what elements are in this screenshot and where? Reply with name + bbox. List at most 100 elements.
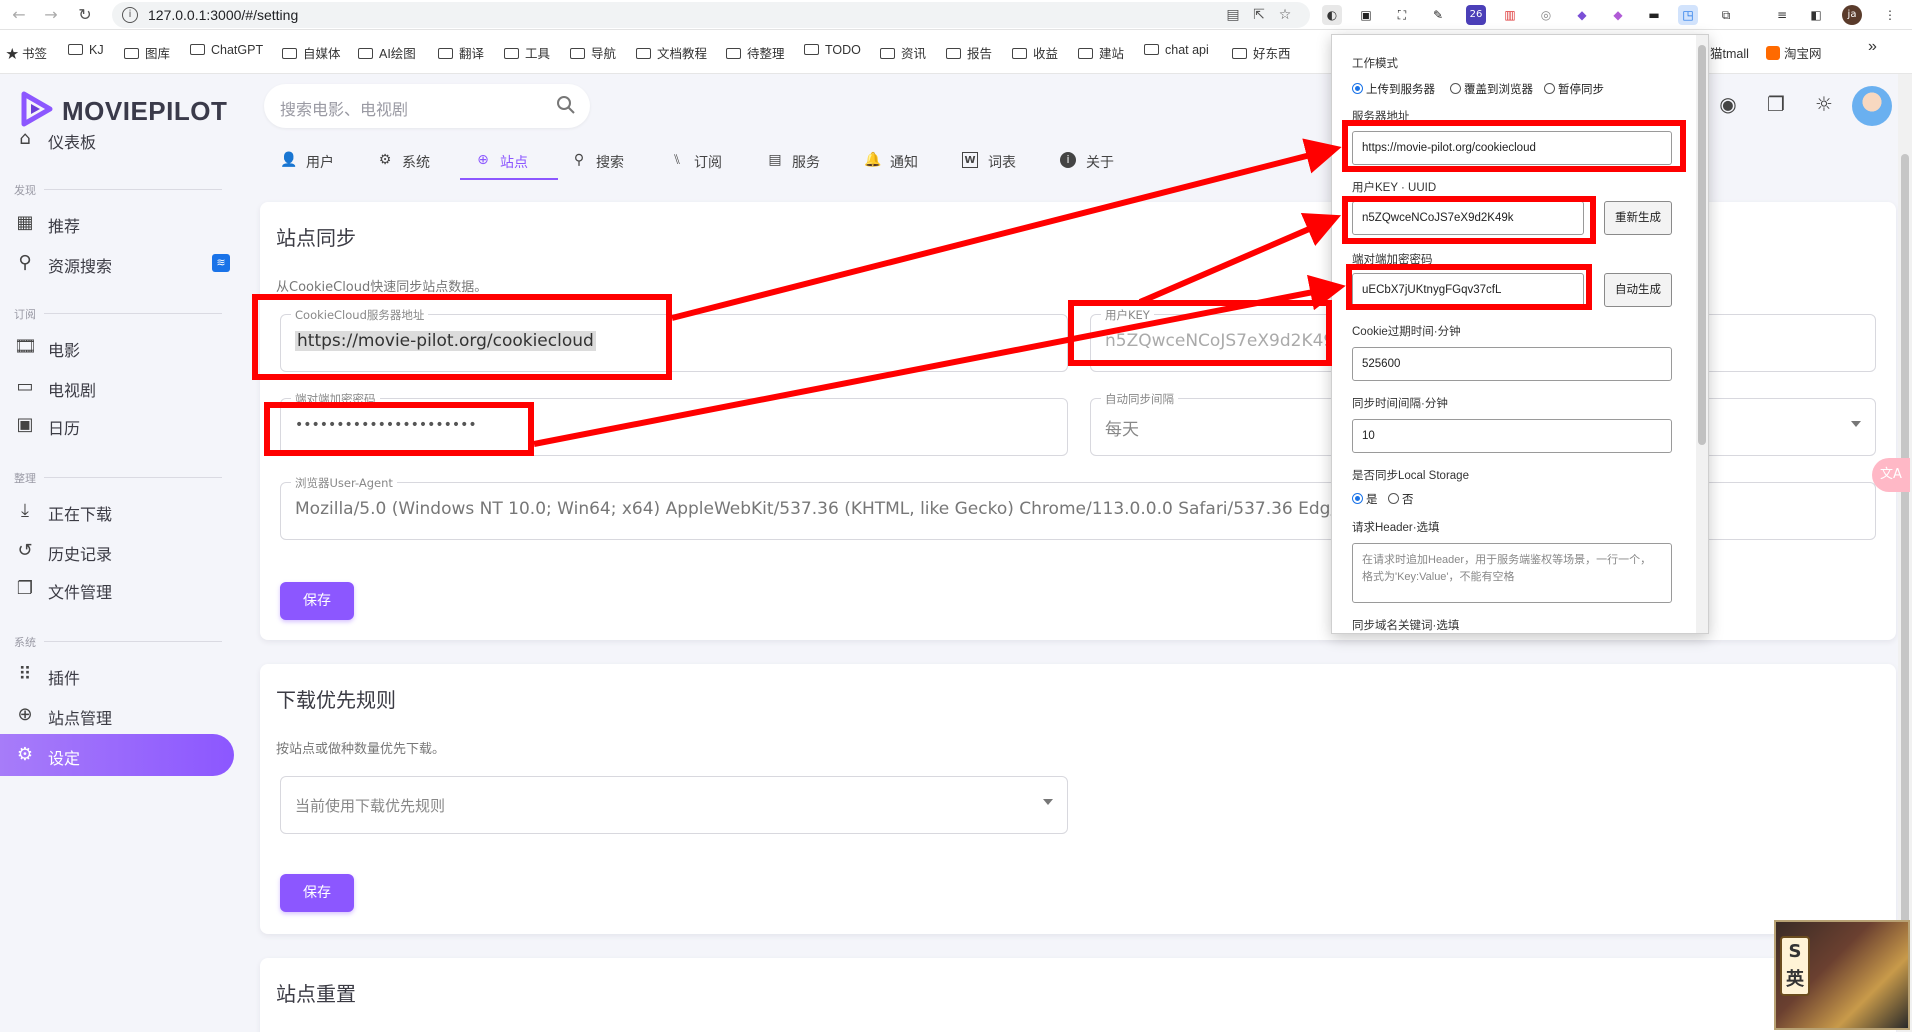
bookmark-folder[interactable]: TODO bbox=[804, 43, 861, 57]
menu-kebab-icon[interactable]: ⋮ bbox=[1880, 5, 1900, 25]
profile-avatar[interactable]: ja bbox=[1842, 5, 1862, 25]
install-app-icon[interactable]: ⇱ bbox=[1250, 6, 1268, 24]
tab-user[interactable]: 👤 用户 bbox=[280, 144, 350, 180]
github-icon[interactable]: ◉ bbox=[1716, 92, 1740, 116]
tab-sites[interactable]: ⊕ 站点 bbox=[460, 144, 558, 180]
folder-icon bbox=[570, 48, 585, 59]
popup-scrollbar[interactable] bbox=[1696, 35, 1708, 633]
bookmark-folder[interactable]: 收益 bbox=[1012, 43, 1058, 62]
compass-icon[interactable]: ◎ bbox=[1536, 5, 1556, 25]
bookmark-item[interactable]: 淘宝网 bbox=[1766, 43, 1822, 62]
bookmark-folder[interactable]: chat api bbox=[1144, 43, 1209, 57]
extension-badge-icon[interactable]: 26 bbox=[1466, 5, 1486, 25]
list-icon: ▤ bbox=[768, 152, 782, 168]
bookmark-star-icon[interactable]: ☆ bbox=[1276, 6, 1294, 24]
eyedropper-icon[interactable]: ✎ bbox=[1428, 5, 1448, 25]
back-icon[interactable]: ← bbox=[8, 4, 30, 26]
bookmark-folder[interactable]: AI绘图 bbox=[358, 43, 416, 62]
scrollbar-thumb[interactable] bbox=[1901, 154, 1909, 944]
save-button[interactable]: 保存 bbox=[280, 874, 354, 912]
download-rule-select[interactable]: 当前使用下载优先规则 bbox=[280, 776, 1068, 834]
local-storage-no-radio[interactable]: 否 bbox=[1388, 491, 1414, 507]
folder-icon bbox=[124, 48, 139, 59]
page-scrollbar[interactable] bbox=[1898, 74, 1912, 1032]
bookmark-folder[interactable]: 导航 bbox=[570, 43, 616, 62]
sidebar-item-site-management[interactable]: ⊕ 站点管理 bbox=[0, 694, 234, 736]
bookmark-folder[interactable]: 自媒体 bbox=[282, 43, 341, 62]
extension-icon[interactable]: ◆ bbox=[1608, 5, 1628, 25]
extension-icon[interactable]: ▥ bbox=[1500, 5, 1520, 25]
reading-list-icon[interactable]: ≡ bbox=[1772, 5, 1792, 25]
theme-sun-icon[interactable]: ☼ bbox=[1812, 92, 1836, 116]
bookmark-folder[interactable]: 待整理 bbox=[726, 43, 785, 62]
info-icon: i bbox=[1060, 152, 1076, 168]
bookmark-folder[interactable]: 文档教程 bbox=[636, 43, 707, 62]
sidebar-item-resource-search[interactable]: ⚲ 资源搜索 ≋ bbox=[0, 242, 234, 284]
regenerate-button[interactable]: 重新生成 bbox=[1604, 201, 1672, 235]
tab-notifications[interactable]: 🔔 通知 bbox=[864, 144, 934, 180]
forward-icon[interactable]: → bbox=[40, 4, 62, 26]
sidebar-item-recommend[interactable]: ▦ 推荐 bbox=[0, 202, 234, 244]
interval-input[interactable]: 10 bbox=[1352, 419, 1672, 453]
window-icon[interactable]: ❐ bbox=[1764, 92, 1788, 116]
tab-subscribe[interactable]: ⑊ 订阅 bbox=[668, 144, 738, 180]
bookmark-item[interactable]: ★ 书签 bbox=[6, 43, 47, 62]
local-storage-yes-radio[interactable]: 是 bbox=[1352, 491, 1378, 507]
site-info-icon[interactable]: i bbox=[122, 7, 138, 23]
save-button[interactable]: 保存 bbox=[280, 582, 354, 620]
sidebar-item-movies[interactable]: 🎞 电影 bbox=[0, 326, 234, 368]
sidebar-item-settings[interactable]: ⚙ 设定 bbox=[0, 734, 234, 776]
auto-generate-button[interactable]: 自动生成 bbox=[1604, 273, 1672, 307]
search-icon: ⚲ bbox=[18, 252, 32, 273]
mode-pause-radio[interactable]: 暂停同步 bbox=[1544, 81, 1604, 97]
sidebar-item-plugins[interactable]: ⠿ 插件 bbox=[0, 654, 234, 696]
header-textarea[interactable]: 在请求时追加Header，用于服务端鉴权等场景，一行一个，格式为'Key:Val… bbox=[1352, 543, 1672, 603]
cookiecloud-extension-icon[interactable]: ◳ bbox=[1678, 5, 1698, 25]
tab-wordlist[interactable]: W 词表 bbox=[962, 144, 1032, 180]
search-input[interactable]: 搜索电影、电视剧 bbox=[264, 84, 590, 128]
bookmark-folder[interactable]: 资讯 bbox=[880, 43, 926, 62]
mode-overwrite-radio[interactable]: 覆盖到浏览器 bbox=[1450, 81, 1533, 97]
bookmark-item[interactable]: 猫tmall bbox=[1710, 43, 1749, 62]
clipboard-icon[interactable]: ▤ bbox=[1224, 6, 1242, 24]
translate-icon[interactable]: 文A bbox=[1872, 458, 1910, 492]
sidebar-item-file-manager[interactable]: ❐ 文件管理 bbox=[0, 568, 234, 610]
sidebar-item-history[interactable]: ↺ 历史记录 bbox=[0, 530, 234, 572]
more-bookmarks-icon[interactable]: » bbox=[1868, 38, 1877, 56]
sidebar-item-dashboard[interactable]: ⌂ 仪表板 bbox=[0, 118, 234, 160]
sidebar-item-downloading[interactable]: ⤓ 正在下载 bbox=[0, 490, 234, 532]
tab-system[interactable]: ⚙ 系统 bbox=[376, 144, 446, 180]
address-bar[interactable]: i 127.0.0.1:3000/#/setting ▤ ⇱ ☆ bbox=[112, 2, 1310, 28]
folder-icon bbox=[804, 44, 819, 55]
extension-icon[interactable]: ◐ bbox=[1322, 5, 1342, 25]
bookmark-folder[interactable]: 翻译 bbox=[438, 43, 484, 62]
search-icon[interactable] bbox=[556, 95, 576, 115]
scrollbar-thumb[interactable] bbox=[1698, 45, 1706, 445]
extension-icon[interactable]: ▬ bbox=[1644, 5, 1664, 25]
extensions-puzzle-icon[interactable]: ⧉ bbox=[1716, 5, 1736, 25]
extension-icon[interactable]: ▣ bbox=[1356, 5, 1376, 25]
extension-badge-icon[interactable]: ≋ bbox=[212, 254, 230, 272]
tab-search[interactable]: ⚲ 搜索 bbox=[570, 144, 640, 180]
reload-icon[interactable]: ↻ bbox=[74, 4, 96, 26]
bookmark-folder[interactable]: 报告 bbox=[946, 43, 992, 62]
sidebar-section-system: 系统 bbox=[14, 636, 222, 649]
bookmark-folder[interactable]: 工具 bbox=[504, 43, 550, 62]
sidebar-item-calendar[interactable]: ▣ 日历 bbox=[0, 404, 234, 446]
expire-input[interactable]: 525600 bbox=[1352, 347, 1672, 381]
bookmark-folder[interactable]: 图库 bbox=[124, 43, 170, 62]
url-text[interactable]: 127.0.0.1:3000/#/setting bbox=[148, 7, 298, 23]
user-avatar[interactable] bbox=[1852, 86, 1892, 126]
bookmark-folder[interactable]: 好东西 bbox=[1232, 43, 1291, 62]
screenshot-icon[interactable]: ⛶ bbox=[1392, 5, 1412, 25]
sidebar-item-tv[interactable]: ▭ 电视剧 bbox=[0, 366, 234, 408]
bookmark-folder[interactable]: 建站 bbox=[1078, 43, 1124, 62]
side-panel-icon[interactable]: ◧ bbox=[1806, 5, 1826, 25]
bookmark-folder[interactable]: KJ bbox=[68, 43, 104, 57]
tab-about[interactable]: i 关于 bbox=[1060, 144, 1130, 180]
folder-icon bbox=[358, 48, 373, 59]
extension-icon[interactable]: ◆ bbox=[1572, 5, 1592, 25]
mode-upload-radio[interactable]: 上传到服务器 bbox=[1352, 81, 1435, 97]
tab-services[interactable]: ▤ 服务 bbox=[766, 144, 836, 180]
bookmark-folder[interactable]: ChatGPT bbox=[190, 43, 263, 57]
